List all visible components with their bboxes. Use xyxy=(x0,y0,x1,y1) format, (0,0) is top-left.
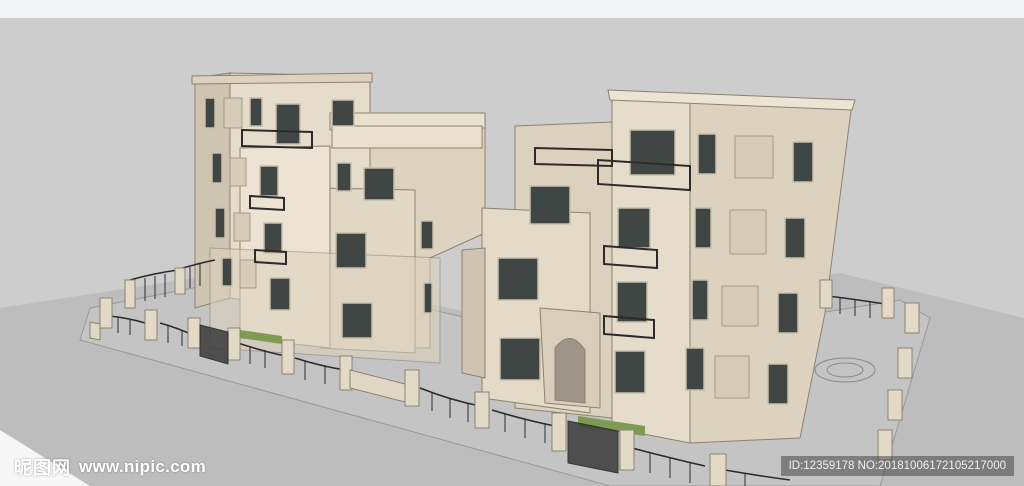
nipic-logo-icon: 昵图网 xyxy=(14,458,71,479)
villa-illustration xyxy=(0,72,1024,486)
watermark-site: 昵图网 www.nipic.com xyxy=(14,454,206,480)
villa-render-scene xyxy=(0,18,1024,486)
top-strip xyxy=(0,0,1024,18)
watermark-image-id: ID:12359178 NO:20181006172105217000 xyxy=(780,456,1014,476)
watermark-url: www.nipic.com xyxy=(79,457,207,476)
